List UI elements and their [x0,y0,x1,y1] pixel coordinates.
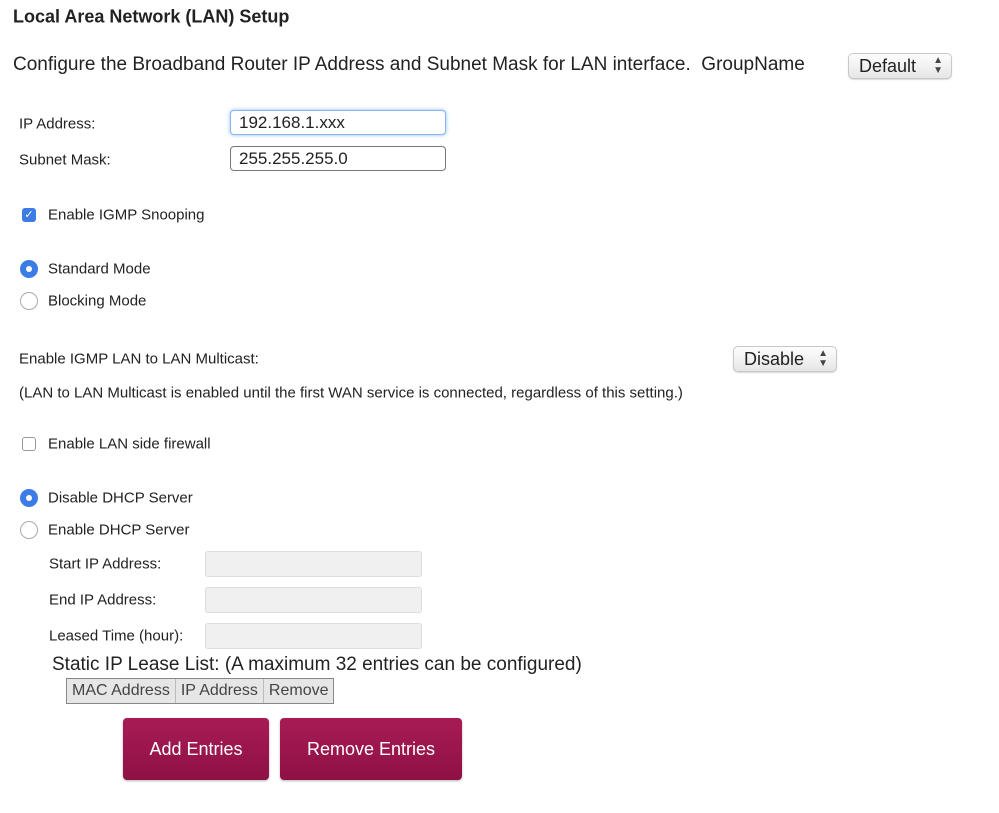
multicast-note: (LAN to LAN Multicast is enabled until t… [19,384,683,402]
group-name-label: GroupName [701,54,805,75]
leased-time-input[interactable] [205,623,422,649]
enable-dhcp-label: Enable DHCP Server [48,521,190,539]
end-ip-label: End IP Address: [49,591,157,609]
add-entries-button[interactable]: Add Entries [123,718,269,780]
start-ip-input[interactable] [205,551,422,577]
blocking-mode-radio[interactable] [20,292,38,310]
updown-arrow-icon: ▲ ▼ [933,55,943,76]
ip-address-input[interactable]: 192.168.1.xxx [230,110,446,135]
multicast-select[interactable]: Disable ▲ ▼ [733,346,837,372]
column-ip-address: IP Address [176,679,264,703]
subnet-mask-input[interactable]: 255.255.255.0 [230,146,446,171]
group-name-value: Default [859,56,917,76]
standard-mode-radio[interactable] [20,260,38,278]
description-text: Configure the Broadband Router IP Addres… [13,54,691,75]
firewall-checkbox[interactable] [22,437,36,451]
disable-dhcp-radio[interactable] [20,489,38,507]
disable-dhcp-label: Disable DHCP Server [48,489,193,507]
igmp-snooping-checkbox[interactable]: ✓ [22,208,36,222]
ip-address-label: IP Address: [19,115,96,133]
subnet-mask-label: Subnet Mask: [19,151,111,169]
remove-entries-button[interactable]: Remove Entries [280,718,462,780]
group-name-select[interactable]: Default ▲ ▼ [848,53,952,79]
enable-dhcp-radio[interactable] [20,521,38,539]
multicast-label: Enable IGMP LAN to LAN Multicast: [19,350,259,368]
static-lease-title: Static IP Lease List: (A maximum 32 entr… [52,654,582,675]
standard-mode-label: Standard Mode [48,260,151,278]
blocking-mode-label: Blocking Mode [48,292,147,310]
igmp-snooping-label: Enable IGMP Snooping [48,206,205,224]
description: Configure the Broadband Router IP Addres… [13,54,805,76]
updown-arrow-icon: ▲ ▼ [818,348,828,369]
page-title: Local Area Network (LAN) Setup [13,6,290,27]
firewall-label: Enable LAN side firewall [48,435,211,453]
start-ip-label: Start IP Address: [49,555,162,573]
column-mac-address: MAC Address [67,679,176,703]
leased-time-label: Leased Time (hour): [49,627,184,645]
column-remove: Remove [268,682,329,699]
multicast-value: Disable [744,349,805,369]
static-lease-table-header: MAC Address IP Address Remove [66,678,335,704]
end-ip-input[interactable] [205,587,422,613]
